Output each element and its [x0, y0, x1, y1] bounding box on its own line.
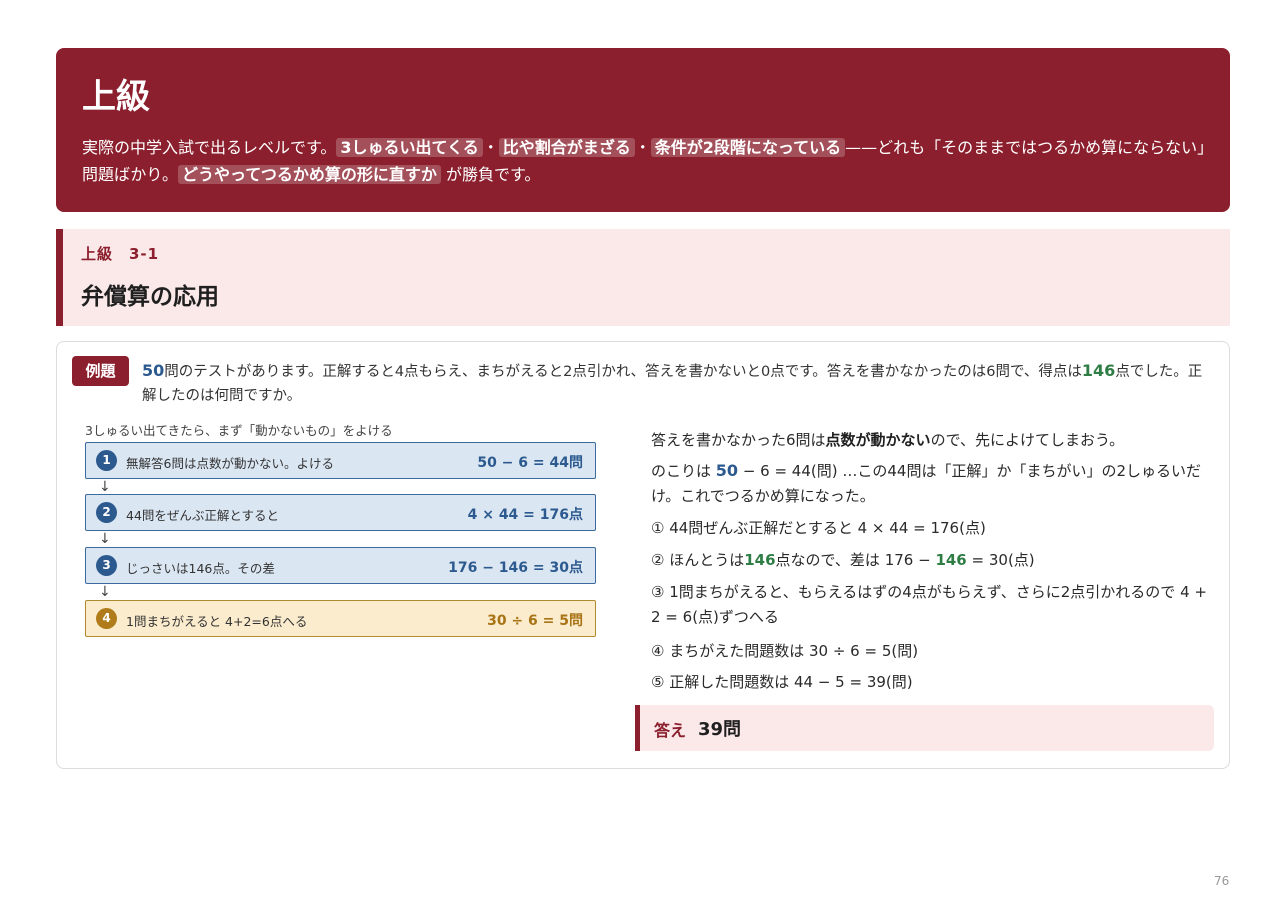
- explanation-step-5: ⑤ 正解した問題数は 44 − 5 = 39(問): [651, 673, 913, 691]
- down-arrow-icon: ↓: [99, 584, 111, 600]
- banner-chip: 条件が2段階になっている: [650, 138, 846, 157]
- step-text: じっさいは146点。その差: [126, 561, 275, 576]
- step-equation: 4 × 44 = 176点: [467, 507, 583, 523]
- explanation-intro: 答えを書かなかった6問は点数が動かないので、先によけてしまおう。: [651, 428, 1216, 453]
- banner-separator: ・: [482, 138, 499, 157]
- explanation-text: 答えを書かなかった6問は: [651, 431, 826, 449]
- step-number: 1: [96, 450, 117, 471]
- banner-title: 上級: [82, 77, 150, 117]
- explanation-text: ので、先によけてしまおう。: [930, 431, 1125, 449]
- page-number: 76: [1214, 874, 1230, 888]
- down-arrow-icon: ↓: [99, 479, 111, 495]
- explanation-number: 146: [935, 551, 967, 569]
- explanation-text: のこりは: [651, 462, 716, 480]
- flow-step: 1 無解答6問は点数が動かない。よける 50 − 6 = 44問: [85, 442, 596, 479]
- example-card: 例題 50問のテストがあります。正解すると4点もらえ、まちがえると2点引かれ、答…: [56, 341, 1230, 769]
- example-badge: 例題: [72, 356, 129, 386]
- explanation-number: 50: [715, 461, 739, 480]
- explanation-step-2: ② ほんとうは146点なので、差は 176 − 146 = 30(点): [651, 548, 1216, 573]
- banner-desc-text: 実際の中学入試で出るレベルです。: [82, 138, 337, 157]
- down-arrow-icon: ↓: [99, 531, 111, 547]
- step-equation: 176 − 146 = 30点: [448, 560, 583, 576]
- problem-text: 50問のテストがあります。正解すると4点もらえ、まちがえると2点引かれ、答えを書…: [142, 359, 1212, 408]
- step-number: 3: [96, 555, 117, 576]
- banner-chip: 比や割合がまざる: [498, 138, 635, 157]
- step-number: 2: [96, 502, 117, 523]
- flow-caption: 3しゅるい出てきたら、まず「動かないもの」をよける: [85, 423, 393, 438]
- explanation-step-4: ④ まちがえた問題数は 30 ÷ 6 = 5(問): [651, 642, 919, 660]
- step-text: 44問をぜんぶ正解とすると: [126, 508, 280, 523]
- step-equation: 50 − 6 = 44問: [477, 455, 583, 471]
- problem-number: 146: [1081, 361, 1116, 380]
- banner-chip: 3しゅるい出てくる: [336, 138, 483, 157]
- step-text: 無解答6問は点数が動かない。よける: [126, 456, 334, 471]
- step-equation: 30 ÷ 6 = 5問: [487, 613, 583, 629]
- level-banner: 上級 実際の中学入試で出るレベルです。 3しゅるい出てくる・比や割合がまざる・条件…: [56, 48, 1230, 212]
- explanation-emphasis: 点数が動かない: [825, 431, 931, 449]
- explanation-text: ② ほんとうは: [651, 551, 745, 569]
- problem-number: 50: [142, 361, 165, 380]
- explanation-text: 点なので、差は 176 −: [775, 551, 936, 569]
- flow-step: 3 じっさいは146点。その差 176 − 146 = 30点: [85, 547, 596, 584]
- banner-desc-text: が勝負です。: [446, 165, 541, 184]
- section-title: 弁償算の応用: [81, 284, 219, 310]
- explanation-text: = 30(点): [966, 551, 1035, 569]
- step-number: 4: [96, 608, 117, 629]
- section-kicker: 上級 3-1: [81, 245, 160, 263]
- explanation-step-1: ① 44問ぜんぶ正解だとすると 4 × 44 = 176(点): [651, 519, 986, 537]
- banner-separator: ・: [634, 138, 651, 157]
- banner-description: 実際の中学入試で出るレベルです。 3しゅるい出てくる・比や割合がまざる・条件が2段…: [82, 134, 1206, 188]
- banner-chip: どうやってつるかめ算の形に直すか: [178, 165, 441, 184]
- explanation-step-3: ③ 1問まちがえると、もらえるはずの4点がもらえず、さらに2点引かれるので 4 …: [651, 583, 1207, 626]
- section-header: 上級 3-1 弁償算の応用: [56, 229, 1230, 326]
- step-text: 1問まちがえると 4+2=6点へる: [126, 614, 308, 629]
- problem-text-part: 問のテストがあります。正解すると4点もらえ、まちがえると2点引かれ、答えを書かな…: [164, 364, 1082, 380]
- explanation-remainder: のこりは 50 − 6 = 44(問) …この44問は「正解」か「まちがい」の2…: [651, 458, 1216, 509]
- explanation-number: 146: [744, 551, 776, 569]
- answer-label: 答え: [654, 721, 687, 740]
- answer-box: 答え 39問: [635, 705, 1214, 751]
- answer-value: 39問: [698, 719, 742, 740]
- flow-step: 2 44問をぜんぶ正解とすると 4 × 44 = 176点: [85, 494, 596, 531]
- flow-step-final: 4 1問まちがえると 4+2=6点へる 30 ÷ 6 = 5問: [85, 600, 596, 637]
